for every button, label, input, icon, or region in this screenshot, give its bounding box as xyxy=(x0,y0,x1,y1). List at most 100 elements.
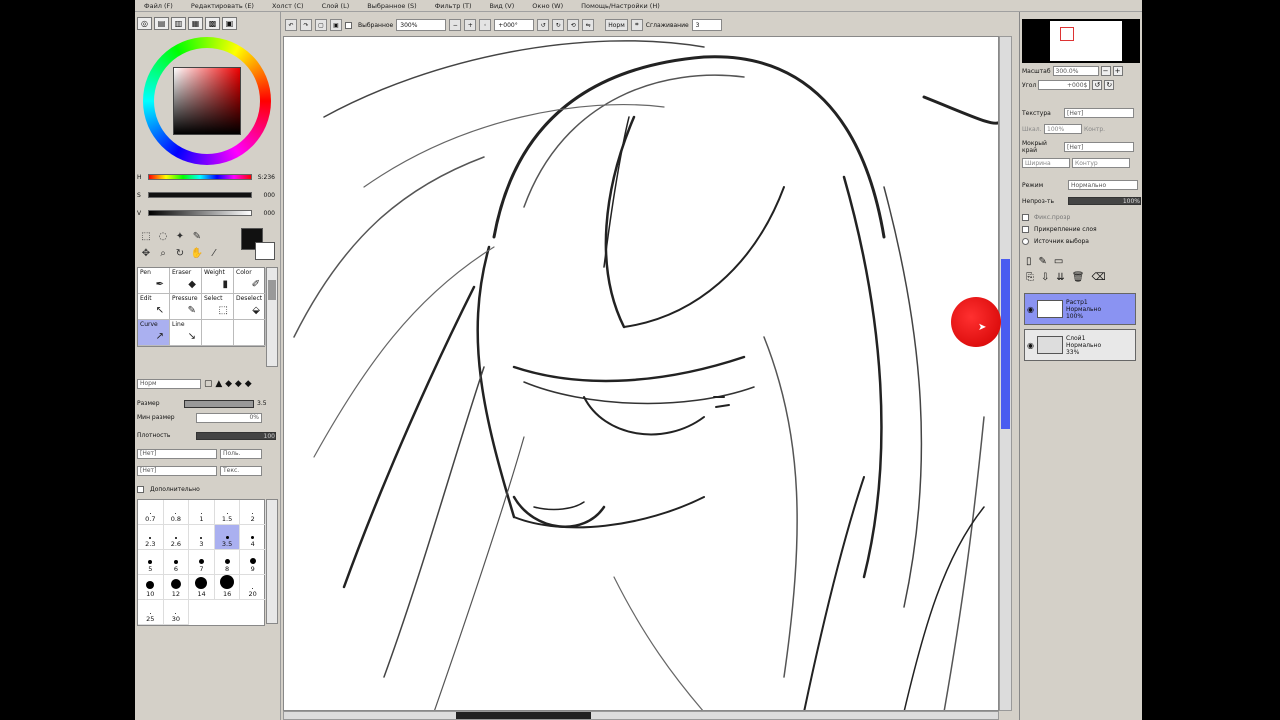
brush-cell[interactable]: Line ↘ xyxy=(170,320,202,346)
saturation-slider[interactable] xyxy=(148,192,252,198)
selection-icon[interactable]: ⬚ xyxy=(139,230,153,243)
brush-cell-empty[interactable] xyxy=(234,320,266,346)
rotate-icon[interactable]: ↻ xyxy=(173,247,187,260)
menu-window[interactable]: Окно (W) xyxy=(523,2,572,10)
menu-filter[interactable]: Фильтр (T) xyxy=(426,2,481,10)
layer-item[interactable]: ◉ Слой1 Нормально 33% xyxy=(1024,329,1136,361)
clear-layer-icon[interactable]: ⌫ xyxy=(1091,272,1105,283)
scratchpad-mode-icon[interactable]: ▩ xyxy=(205,17,220,30)
brush-size-cell[interactable]: 6 xyxy=(163,550,190,575)
selection-checkbox[interactable] xyxy=(345,21,352,29)
normal-mode-button[interactable]: Норм xyxy=(605,19,628,31)
texture-scale-field[interactable]: 100% xyxy=(1044,124,1082,134)
brush-cell[interactable]: Weight ▮ xyxy=(202,268,234,294)
deselect-button-icon[interactable]: ▢ xyxy=(315,19,327,31)
hue-slider[interactable] xyxy=(148,174,252,180)
hand-icon[interactable]: ✋ xyxy=(190,247,204,260)
rotate-left-icon[interactable]: ↺ xyxy=(537,19,550,31)
redo-icon[interactable]: ↷ xyxy=(300,19,312,31)
undo-icon[interactable]: ↶ xyxy=(285,19,297,31)
navigator-preview[interactable] xyxy=(1022,19,1140,63)
hsv-slider-mode-icon[interactable]: ▥ xyxy=(171,17,186,30)
swatches-mode-icon[interactable]: ▦ xyxy=(188,17,203,30)
lasso-icon[interactable]: ◌ xyxy=(156,230,170,243)
shape2-select[interactable]: [Нет] xyxy=(137,465,217,476)
menu-selection[interactable]: Выбранное (S) xyxy=(358,2,425,10)
layer-opacity-slider[interactable]: 100% xyxy=(1067,197,1141,205)
eyedropper-icon[interactable]: ✎ xyxy=(190,230,204,243)
magic-wand-icon[interactable]: ✦ xyxy=(173,230,187,243)
rotation-field[interactable]: +000° xyxy=(494,19,535,31)
layer-item[interactable]: ◉ Растр1 Нормально 100% xyxy=(1024,293,1136,325)
size-grid-scrollbar[interactable] xyxy=(266,499,278,624)
brush-cell[interactable]: Edit ↖ xyxy=(138,294,170,320)
min-size-slider[interactable]: 0% xyxy=(196,412,262,423)
brush-size-cell[interactable]: 30 xyxy=(163,600,190,625)
brush-mode-select[interactable]: Норм xyxy=(137,378,201,389)
drawing-canvas[interactable] xyxy=(283,36,999,711)
brush-size-cell[interactable]: 16 xyxy=(214,575,241,600)
vertical-scroll-thumb[interactable] xyxy=(1001,259,1010,429)
brush-cell-empty[interactable] xyxy=(202,320,234,346)
invert-selection-icon[interactable]: ▣ xyxy=(330,19,342,31)
value-slider[interactable] xyxy=(148,210,252,216)
texture-select[interactable]: [Нет] xyxy=(1064,108,1134,118)
brush-cell[interactable]: Select ⬚ xyxy=(202,294,234,320)
menu-layer[interactable]: Слой (L) xyxy=(313,2,359,10)
size-slider[interactable] xyxy=(184,399,254,408)
zoom-out-icon[interactable]: − xyxy=(449,19,462,31)
color-square[interactable] xyxy=(173,67,241,135)
brush-size-cell[interactable]: 9 xyxy=(240,550,266,575)
wet-edge-select[interactable]: [Нет] xyxy=(1064,142,1134,152)
edge-width-field[interactable]: Ширина xyxy=(1022,158,1070,168)
eye-icon[interactable]: ◉ xyxy=(1027,305,1034,314)
rotate-reset-icon[interactable]: ⟲ xyxy=(567,19,580,31)
smoothing-field[interactable]: 3 xyxy=(691,19,722,31)
brush-size-cell[interactable]: 8 xyxy=(214,550,241,575)
copy-layer-icon[interactable]: ⎘ xyxy=(1026,272,1034,283)
secondary-color-swatch[interactable] xyxy=(255,242,275,260)
color-wheel-mode-icon[interactable]: ◎ xyxy=(137,17,152,30)
trash-icon[interactable]: 🗑 xyxy=(1072,272,1085,283)
nav-rotate-right-icon[interactable]: ↻ xyxy=(1104,80,1115,90)
brush-size-cell[interactable]: 10 xyxy=(138,575,164,600)
brush-size-cell[interactable]: 4 xyxy=(240,525,266,550)
brush-size-cell[interactable]: 1 xyxy=(189,500,215,525)
zoom-field[interactable]: 300% xyxy=(396,19,447,31)
new-linework-layer-icon[interactable]: ✎ xyxy=(1039,256,1047,267)
lock-transparency-checkbox[interactable] xyxy=(1022,213,1029,221)
palette-mode-icon[interactable]: ▣ xyxy=(222,17,237,30)
move-icon[interactable]: ✥ xyxy=(139,247,153,260)
brush-size-cell[interactable]: 2.6 xyxy=(163,525,190,550)
brush-size-cell[interactable]: 7 xyxy=(189,550,215,575)
horizontal-scroll-thumb[interactable] xyxy=(456,712,591,719)
zoom-in-icon[interactable]: + xyxy=(464,19,477,31)
zoom-reset-icon[interactable]: ◦ xyxy=(479,19,492,31)
edge-color-button[interactable]: Контур xyxy=(1072,158,1130,168)
navigator-zoom-field[interactable]: 300.0% xyxy=(1052,66,1099,76)
brush-size-cell[interactable]: 0.7 xyxy=(138,500,164,525)
flip-icon[interactable]: ⇋ xyxy=(582,19,595,31)
brush-grid-scrollbar[interactable] xyxy=(266,267,278,367)
picker-icon[interactable]: ⁄ xyxy=(207,247,221,260)
menu-edit[interactable]: Редактировать (E) xyxy=(182,2,263,10)
shape1-button[interactable]: Поль. xyxy=(220,448,262,459)
nav-zoom-out-icon[interactable]: − xyxy=(1100,66,1111,76)
layer-blend-select[interactable]: Нормально xyxy=(1068,180,1138,190)
menu-canvas[interactable]: Холст (C) xyxy=(263,2,313,10)
brush-tip-shapes-icon[interactable]: ▢ ▲ ◆ ◆ ◆ xyxy=(204,379,252,389)
density-slider[interactable]: 100 xyxy=(196,431,276,440)
merge-icon[interactable]: ⇊ xyxy=(1056,272,1064,283)
menu-help[interactable]: Помощь/Настройки (H) xyxy=(572,2,669,10)
brush-size-cell[interactable]: 2 xyxy=(240,500,266,525)
brush-size-cell[interactable]: 3 xyxy=(189,525,215,550)
brush-size-cell[interactable]: 2.3 xyxy=(138,525,164,550)
merge-down-icon[interactable]: ⇩ xyxy=(1041,272,1049,283)
brush-size-cell[interactable]: 5 xyxy=(138,550,164,575)
nav-rotate-left-icon[interactable]: ↺ xyxy=(1092,80,1103,90)
shape1-select[interactable]: [Нет] xyxy=(137,448,217,459)
selection-source-radio[interactable] xyxy=(1022,237,1029,245)
navigator-angle-field[interactable]: +000$ xyxy=(1038,80,1091,90)
canvas-vertical-scrollbar[interactable] xyxy=(999,36,1012,711)
shape2-button[interactable]: Текс. xyxy=(220,465,262,476)
